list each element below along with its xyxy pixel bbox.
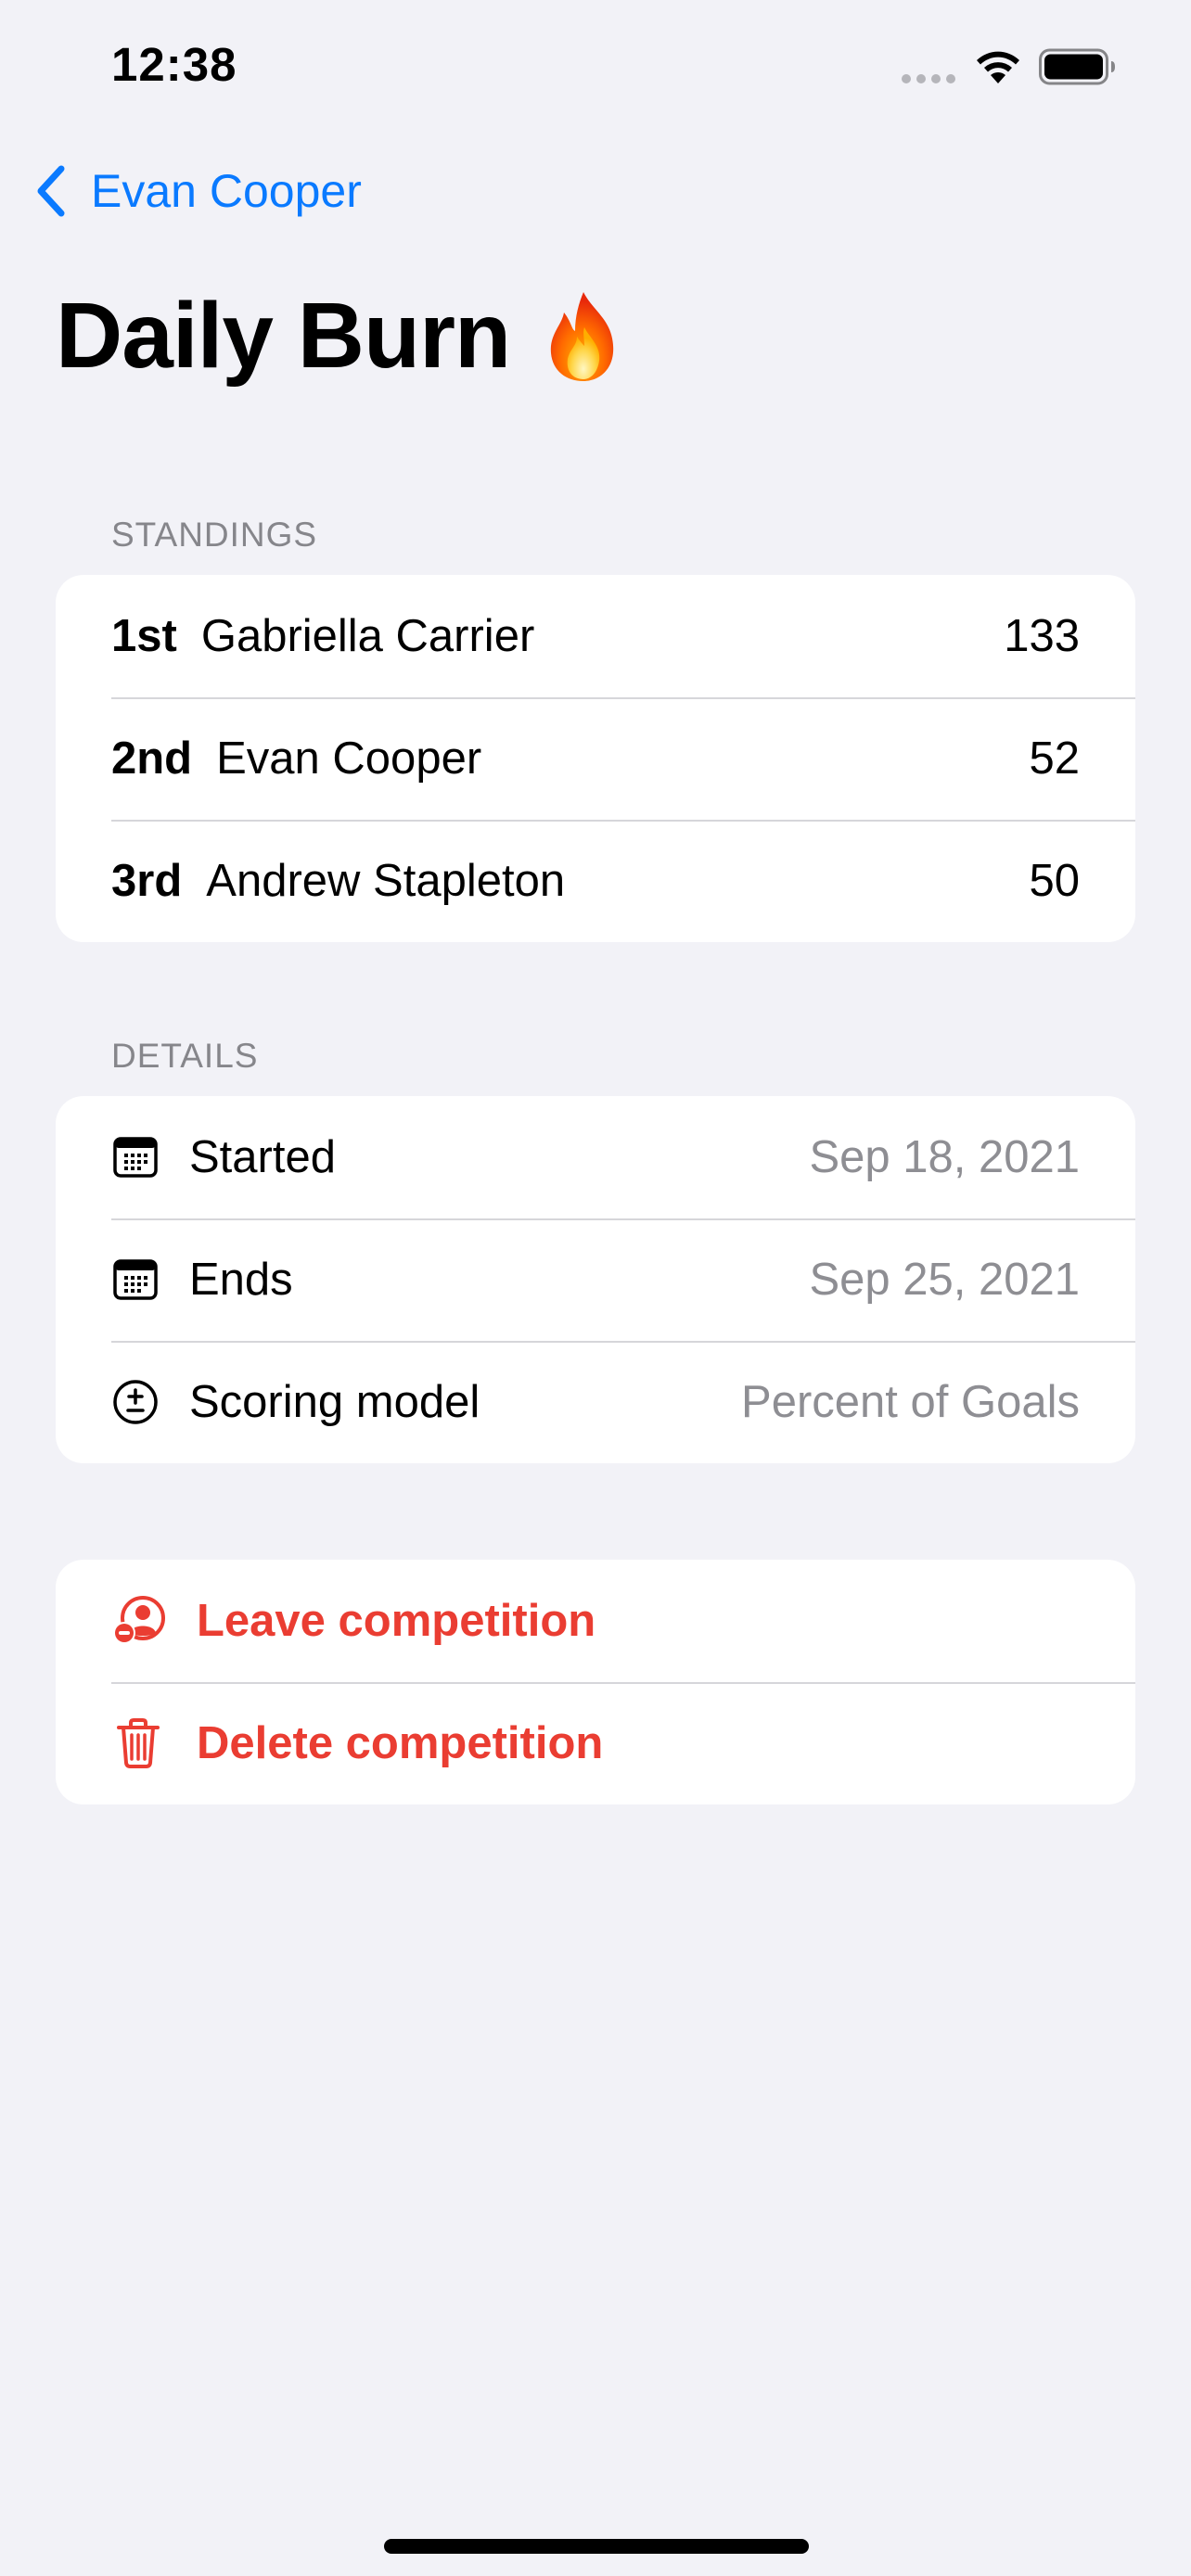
standings-rank: 2nd xyxy=(111,733,193,784)
page-title-text: Daily Burn xyxy=(56,284,511,388)
standings-score: 133 xyxy=(1004,611,1080,661)
plus-minus-circle-icon xyxy=(113,1380,158,1424)
standings-score: 50 xyxy=(1029,856,1080,906)
home-indicator xyxy=(384,2539,809,2554)
back-button[interactable]: Evan Cooper xyxy=(33,158,362,224)
fire-icon xyxy=(550,291,614,381)
page-title: Daily Burn xyxy=(56,283,623,389)
details-list: Started Sep 18, 2021 Ends Sep 25, 2021 S… xyxy=(56,1096,1135,1463)
battery-icon xyxy=(1039,48,1115,85)
calendar-icon xyxy=(113,1137,158,1178)
status-bar: 12:38 xyxy=(0,0,1191,139)
detail-row-ends: Ends Sep 25, 2021 xyxy=(56,1218,1135,1341)
detail-row-scoring-model: Scoring model Percent of Goals xyxy=(56,1341,1135,1463)
standings-list: 1st Gabriella Carrier 133 2nd Evan Coope… xyxy=(56,575,1135,942)
leave-person-icon xyxy=(113,1596,165,1644)
detail-row-started: Started Sep 18, 2021 xyxy=(56,1096,1135,1218)
leave-competition-button[interactable]: Leave competition xyxy=(56,1560,1135,1682)
detail-label: Started xyxy=(189,1132,336,1182)
delete-competition-label: Delete competition xyxy=(197,1718,604,1768)
standings-row[interactable]: 2nd Evan Cooper 52 xyxy=(56,697,1135,820)
detail-label: Ends xyxy=(189,1255,293,1305)
standings-row[interactable]: 1st Gabriella Carrier 133 xyxy=(56,575,1135,697)
standings-name: Gabriella Carrier xyxy=(200,611,535,661)
detail-value: Sep 18, 2021 xyxy=(809,1132,1080,1182)
back-button-label: Evan Cooper xyxy=(91,165,362,217)
detail-label: Scoring model xyxy=(189,1377,480,1427)
wifi-icon xyxy=(977,51,1019,83)
status-time: 12:38 xyxy=(111,38,237,91)
detail-value: Sep 25, 2021 xyxy=(809,1255,1080,1305)
actions-list: Leave competition Delete competition xyxy=(56,1560,1135,1804)
trash-icon xyxy=(117,1718,160,1768)
standings-rank: 3rd xyxy=(111,856,183,906)
standings-name: Andrew Stapleton xyxy=(206,856,566,906)
cellular-signal-icon xyxy=(902,74,955,83)
leave-competition-label: Leave competition xyxy=(197,1596,596,1646)
standings-rank: 1st xyxy=(111,611,177,661)
standings-header: STANDINGS xyxy=(111,516,318,554)
standings-score: 52 xyxy=(1029,733,1080,784)
details-header: DETAILS xyxy=(111,1037,259,1075)
standings-row[interactable]: 3rd Andrew Stapleton 50 xyxy=(56,820,1135,942)
chevron-left-icon xyxy=(37,165,65,217)
detail-value: Percent of Goals xyxy=(741,1377,1080,1427)
delete-competition-button[interactable]: Delete competition xyxy=(56,1682,1135,1804)
calendar-icon xyxy=(113,1259,158,1300)
standings-name: Evan Cooper xyxy=(216,733,482,784)
